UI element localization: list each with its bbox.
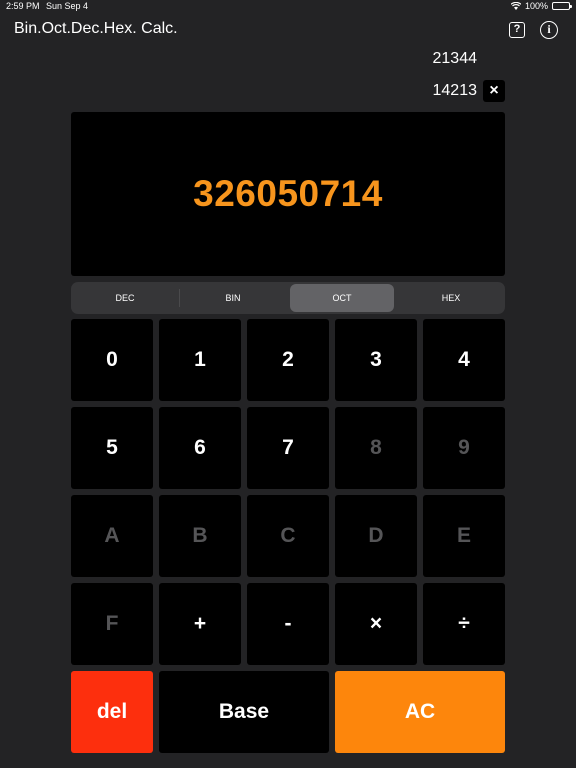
- key-e: E: [423, 495, 505, 577]
- key-3[interactable]: 3: [335, 319, 417, 401]
- key-5[interactable]: 5: [71, 407, 153, 489]
- plus-button[interactable]: +: [159, 583, 241, 665]
- key-b: B: [159, 495, 241, 577]
- key-f: F: [71, 583, 153, 665]
- all-clear-button[interactable]: AC: [335, 671, 505, 753]
- clear-history-button[interactable]: ×: [483, 80, 505, 102]
- key-0[interactable]: 0: [71, 319, 153, 401]
- key-2[interactable]: 2: [247, 319, 329, 401]
- key-7[interactable]: 7: [247, 407, 329, 489]
- status-bar: 2:59 PM Sun Sep 4 100%: [0, 0, 576, 14]
- multiply-button[interactable]: ×: [335, 583, 417, 665]
- key-4[interactable]: 4: [423, 319, 505, 401]
- info-icon[interactable]: i: [540, 21, 558, 39]
- base-option-bin[interactable]: BIN: [181, 284, 285, 312]
- delete-button[interactable]: del: [71, 671, 153, 753]
- app-title: Bin.Oct.Dec.Hex. Calc.: [14, 20, 178, 37]
- key-c: C: [247, 495, 329, 577]
- help-icon[interactable]: ?: [509, 22, 525, 38]
- history-entry-2: 14213: [432, 82, 478, 99]
- wifi-icon: [510, 2, 521, 10]
- key-9: 9: [423, 407, 505, 489]
- segment-divider: [179, 289, 180, 307]
- divide-button[interactable]: ÷: [423, 583, 505, 665]
- battery-percent: 100%: [524, 1, 548, 11]
- base-option-hex[interactable]: HEX: [399, 284, 503, 312]
- display-value: 326050714: [193, 173, 383, 214]
- key-8: 8: [335, 407, 417, 489]
- status-time: 2:59 PM: [6, 1, 40, 11]
- status-date: Sun Sep 4: [46, 1, 89, 11]
- base-option-oct[interactable]: OCT: [290, 284, 394, 312]
- history-entry-1: 21344: [432, 50, 478, 67]
- battery-icon: [552, 2, 572, 10]
- base-option-dec[interactable]: DEC: [73, 284, 177, 312]
- result-display: 326050714: [71, 112, 505, 276]
- key-1[interactable]: 1: [159, 319, 241, 401]
- status-right: 100%: [510, 1, 572, 11]
- minus-button[interactable]: -: [247, 583, 329, 665]
- base-button[interactable]: Base: [159, 671, 329, 753]
- key-d: D: [335, 495, 417, 577]
- key-a: A: [71, 495, 153, 577]
- key-6[interactable]: 6: [159, 407, 241, 489]
- base-selector[interactable]: DEC BIN OCT HEX: [71, 282, 505, 314]
